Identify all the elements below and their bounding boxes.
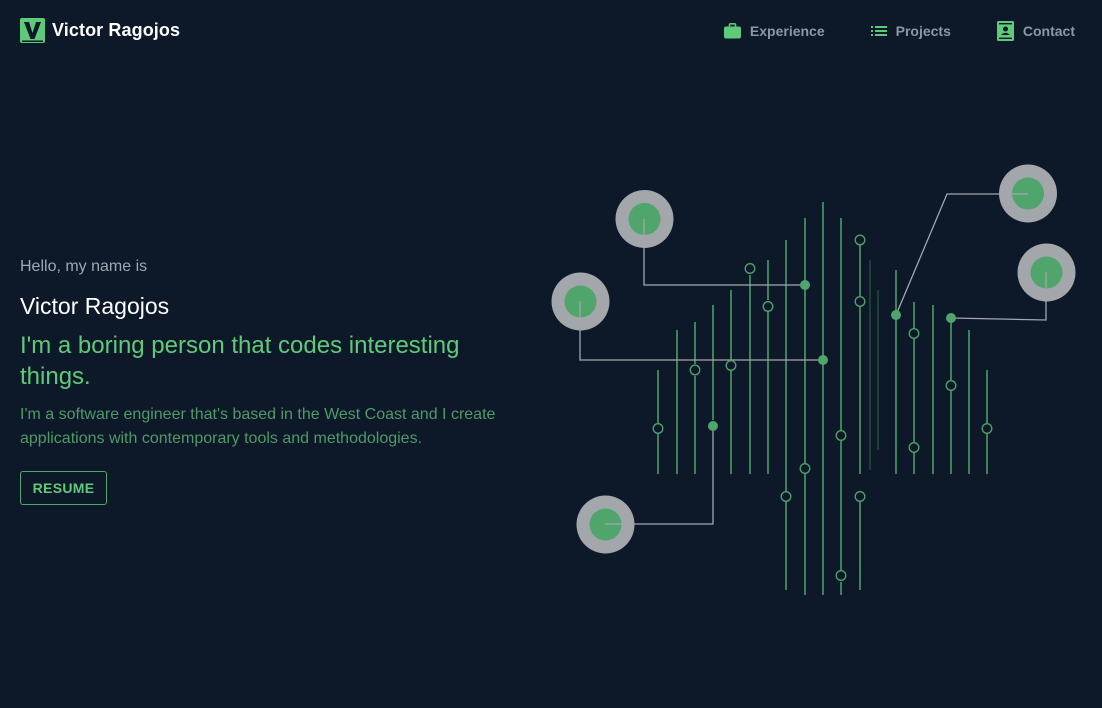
briefcase-icon — [723, 23, 741, 39]
hero-description: I'm a software engineer that's based in … — [20, 406, 496, 447]
hero-name: Victor Ragojos — [20, 293, 170, 319]
nav-projects-label: Projects — [895, 23, 951, 39]
nav-contact-label: Contact — [1022, 23, 1075, 39]
site-header: Victor Ragojos Experience Projects Conta… — [0, 0, 1102, 62]
hero-intro: Hello, my name is Victor Ragojos I'm a b… — [20, 257, 520, 451]
greeting-text: Hello, my name is — [20, 258, 148, 275]
circuit-board-illustration — [551, 164, 1076, 595]
circuit-terminal-nodes — [551, 164, 1076, 554]
nav-experience-label: Experience — [749, 23, 825, 39]
hero-tagline: I'm a boring person that codes interesti… — [20, 332, 460, 390]
circuit-solid-nodes — [708, 280, 956, 431]
nav-contact[interactable]: Contact — [996, 21, 1075, 41]
nav-experience[interactable]: Experience — [723, 23, 825, 39]
list-icon — [870, 26, 887, 36]
circuit-traces — [657, 202, 988, 595]
nav-projects[interactable]: Projects — [870, 23, 951, 39]
brand-name: Victor Ragojos — [52, 20, 181, 40]
resume-button[interactable]: RESUME — [20, 471, 107, 505]
contact-card-icon — [996, 21, 1014, 41]
v-logo-icon — [20, 18, 45, 43]
brand-home-link[interactable]: Victor Ragojos — [20, 18, 180, 43]
circuit-faint-traces — [869, 260, 879, 470]
main-nav: Experience Projects Contact — [723, 21, 1075, 41]
